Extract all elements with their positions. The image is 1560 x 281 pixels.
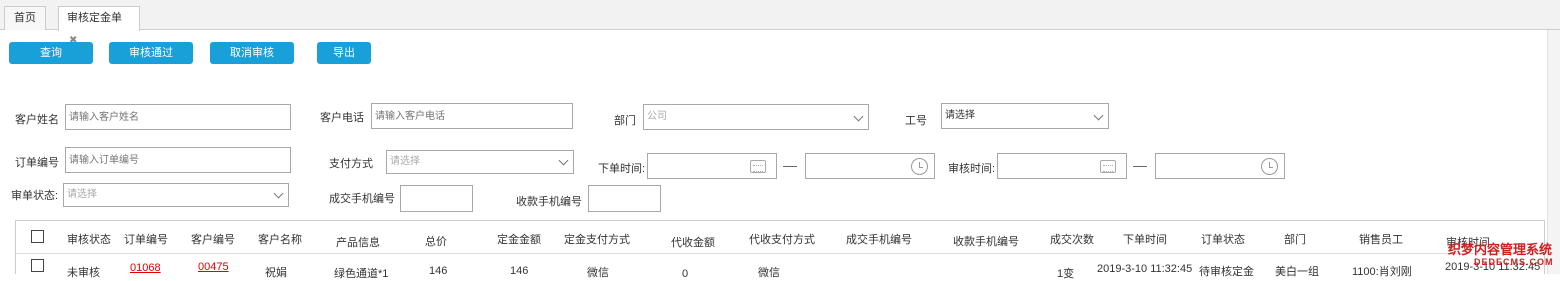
cell-customer-no-link[interactable]: 00475: [198, 261, 229, 273]
clock-icon[interactable]: [1261, 158, 1278, 175]
cell-deposit: 146: [510, 265, 529, 277]
cell-collect-method: 微信: [758, 267, 780, 279]
audit-status-label: 审单状态:: [11, 190, 59, 202]
cell-sales: 1100:肖刘刚: [1352, 266, 1412, 278]
tab-bar: 首页 审核定金单✖: [0, 0, 1560, 46]
customer-phone-input[interactable]: [371, 103, 573, 129]
cell-department: 美白一组: [1275, 266, 1319, 278]
header-deal-phone: 成交手机编号: [846, 234, 912, 246]
chevron-down-icon: [853, 111, 864, 122]
header-collect-method: 代收支付方式: [749, 234, 815, 246]
pay-method-value: 请选择: [390, 156, 420, 167]
job-no-select[interactable]: 请选择: [941, 103, 1109, 129]
header-department: 部门: [1284, 234, 1306, 246]
header-order-status: 订单状态: [1201, 234, 1245, 246]
deal-phone-input[interactable]: [400, 185, 473, 212]
header-collect-amount: 代收金额: [671, 237, 715, 249]
range-separator: [1133, 166, 1147, 167]
watermark-url: DEDECMS.COM: [1474, 257, 1554, 267]
order-no-input[interactable]: [65, 147, 291, 173]
chevron-down-icon: [558, 155, 569, 166]
header-pay-phone: 收款手机编号: [953, 236, 1019, 248]
watermark-logo: 织梦内容管理系统 DEDECMS.COM: [1440, 236, 1560, 274]
customer-phone-label: 客户电话: [320, 112, 364, 124]
pay-method-select[interactable]: 请选择: [386, 150, 574, 174]
order-time-start-input[interactable]: [647, 153, 777, 179]
header-audit-status: 审核状态: [67, 234, 111, 246]
order-time-label: 下单时间:: [598, 163, 646, 175]
header-customer-name: 客户名称: [258, 234, 302, 246]
export-button[interactable]: 导出: [317, 42, 371, 64]
approve-button[interactable]: 审核通过: [109, 42, 193, 64]
header-total: 总价: [425, 236, 447, 248]
cell-order-no-link[interactable]: 01068: [130, 262, 161, 274]
job-no-label: 工号: [905, 115, 927, 127]
header-sales: 销售员工: [1359, 234, 1403, 246]
chevron-down-icon: [1093, 110, 1104, 121]
tab-home-label: 首页: [14, 12, 36, 24]
chevron-down-icon: [273, 188, 284, 199]
header-deal-count: 成交次数: [1050, 234, 1094, 246]
order-time-end-input[interactable]: [805, 153, 935, 179]
cell-order-status: 待审核定金: [1199, 266, 1254, 278]
pay-phone-input[interactable]: [588, 185, 661, 212]
header-customer-no: 客户编号: [191, 234, 235, 246]
audit-status-select[interactable]: 请选择: [63, 183, 289, 207]
job-no-value: 请选择: [945, 110, 975, 121]
orders-table: 审核状态 订单编号 客户编号 客户名称 产品信息 总价 定金金额 定金支付方式 …: [15, 220, 1546, 280]
calendar-icon[interactable]: [750, 160, 766, 173]
pay-method-label: 支付方式: [329, 158, 373, 170]
department-value: 公司: [647, 111, 667, 122]
deal-phone-label: 成交手机编号: [329, 193, 395, 205]
select-all-checkbox[interactable]: [31, 230, 44, 243]
cell-order-time: 2019-3-10 11:32:45: [1097, 263, 1193, 275]
row-checkbox[interactable]: [31, 259, 44, 272]
audit-time-end-input[interactable]: [1155, 153, 1285, 179]
audit-status-value: 请选择: [67, 189, 97, 200]
watermark-title: 织梦内容管理系统: [1448, 242, 1553, 257]
audit-time-label: 审核时间:: [948, 163, 996, 175]
pay-phone-label: 收款手机编号: [516, 196, 582, 208]
cell-total: 146: [429, 265, 448, 277]
header-deposit: 定金金额: [497, 234, 541, 246]
tab-home[interactable]: 首页: [4, 6, 46, 30]
tab-audit-deposit[interactable]: 审核定金单✖: [58, 6, 140, 46]
cell-deal-count: 1变: [1057, 268, 1075, 280]
tab-audit-deposit-label: 审核定金单: [67, 12, 122, 24]
cancel-approve-button[interactable]: 取消审核: [210, 42, 294, 64]
query-button[interactable]: 查询: [9, 42, 93, 64]
calendar-icon[interactable]: [1100, 160, 1116, 173]
clock-icon[interactable]: [911, 158, 928, 175]
range-separator: [783, 166, 797, 167]
cell-product: 绿色通道*1: [334, 268, 389, 280]
customer-name-input[interactable]: [65, 104, 291, 130]
header-product: 产品信息: [336, 237, 380, 249]
customer-name-label: 客户姓名: [15, 114, 59, 126]
department-label: 部门: [614, 115, 636, 127]
cell-collect-amount: 0: [682, 268, 689, 280]
department-select[interactable]: 公司: [643, 104, 869, 130]
header-divider: [16, 253, 1546, 254]
cell-deposit-method: 微信: [587, 267, 609, 279]
cell-audit-status: 未审核: [67, 267, 100, 279]
header-deposit-method: 定金支付方式: [564, 234, 630, 246]
order-no-label: 订单编号: [15, 157, 59, 169]
cell-customer-name: 祝娟: [265, 267, 287, 279]
header-order-no: 订单编号: [124, 234, 168, 246]
audit-time-start-input[interactable]: [997, 153, 1127, 179]
header-order-time: 下单时间: [1123, 234, 1167, 246]
